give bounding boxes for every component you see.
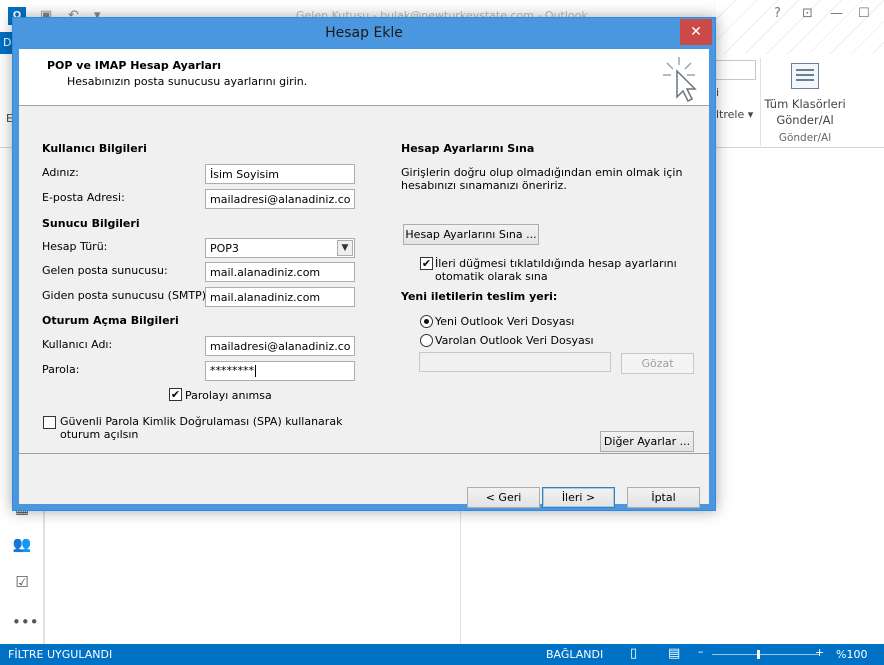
text-caret — [255, 365, 256, 377]
header-title: POP ve IMAP Hesap Ayarları — [47, 59, 222, 72]
name-input[interactable] — [205, 164, 355, 184]
username-label: Kullanıcı Adı: — [42, 338, 113, 351]
zoom-level[interactable]: %100 — [836, 648, 867, 661]
existing-data-file-radio[interactable] — [420, 334, 433, 347]
ribbon-display-icon[interactable]: ⊡ — [802, 6, 813, 21]
next-button[interactable]: İleri > — [542, 487, 615, 508]
new-data-file-radio[interactable] — [420, 315, 433, 328]
add-account-dialog: Hesap Ekle ✕ POP ve IMAP Hesap Ayarları … — [12, 17, 716, 511]
zoom-slider-track[interactable] — [712, 654, 820, 655]
new-data-file-label[interactable]: Yeni Outlook Veri Dosyası — [435, 315, 574, 328]
spa-checkbox[interactable] — [43, 416, 56, 429]
cursor-click-icon — [663, 57, 697, 103]
more-settings-button[interactable]: Diğer Ayarlar ... — [600, 431, 694, 452]
remember-password-checkbox[interactable]: ✔ — [169, 388, 182, 401]
logon-info-section-title: Oturum Açma Bilgileri — [42, 314, 179, 327]
back-button[interactable]: < Geri — [467, 487, 540, 508]
people-icon[interactable]: 👥 — [12, 534, 32, 554]
auto-test-label-line1[interactable]: İleri düğmesi tıklatıldığında hesap ayar… — [435, 257, 677, 270]
status-bar: FİLTRE UYGULANDI BAĞLANDI ▯ ▤ – + %100 — [0, 644, 884, 665]
cancel-button[interactable]: İptal — [627, 487, 700, 508]
connection-status: BAĞLANDI — [546, 648, 604, 661]
help-icon[interactable]: ? — [774, 6, 781, 21]
dialog-header: POP ve IMAP Hesap Ayarları Hesabınızın p… — [19, 49, 709, 106]
header-subtitle: Hesabınızın posta sunucusu ayarlarını gi… — [67, 75, 308, 88]
test-account-settings-button[interactable]: Hesap Ayarlarını Sına ... — [403, 224, 539, 245]
incoming-server-label: Gelen posta sunucusu: — [42, 264, 168, 277]
auto-test-checkbox[interactable]: ✔ — [420, 257, 433, 270]
ribbon-fragment: i — [716, 86, 720, 99]
more-icon[interactable]: ••• — [12, 612, 39, 632]
test-description-line1: Girişlerin doğru olup olmadığından emin … — [401, 166, 683, 179]
zoom-in-icon[interactable]: + — [815, 646, 824, 659]
filter-email-fragment[interactable]: ltrele ▾ — [716, 108, 753, 121]
zoom-out-icon[interactable]: – — [698, 645, 704, 658]
auto-test-label-line2[interactable]: otomatik olarak sına — [435, 270, 548, 283]
reading-view-icon[interactable]: ▤ — [668, 646, 680, 661]
zoom-slider-thumb[interactable] — [757, 650, 760, 659]
username-input[interactable] — [205, 336, 355, 356]
account-type-label: Hesap Türü: — [42, 240, 108, 253]
dialog-body: POP ve IMAP Hesap Ayarları Hesabınızın p… — [19, 49, 709, 508]
spa-label-line2[interactable]: oturum açılsın — [60, 428, 138, 441]
existing-data-file-label[interactable]: Varolan Outlook Veri Dosyası — [435, 334, 594, 347]
normal-view-icon[interactable]: ▯ — [630, 646, 637, 661]
chevron-down-icon[interactable]: ▼ — [337, 240, 353, 256]
delivery-section-title: Yeni iletilerin teslim yeri: — [401, 290, 558, 303]
data-file-path-input[interactable] — [419, 352, 611, 372]
send-receive-group-label: Gönder/Al — [778, 132, 832, 144]
send-receive-all-icon[interactable] — [791, 63, 819, 89]
spa-label-line1[interactable]: Güvenli Parola Kimlik Doğrulaması (SPA) … — [60, 415, 342, 428]
footer-separator — [19, 453, 709, 454]
minimize-icon[interactable]: — — [830, 6, 843, 21]
ribbon-group-separator — [760, 58, 761, 146]
password-value: ******** — [210, 364, 254, 377]
maximize-icon[interactable]: ☐ — [858, 6, 870, 21]
outgoing-server-input[interactable] — [205, 287, 355, 307]
dialog-title: Hesap Ekle — [325, 25, 403, 41]
outgoing-server-label: Giden posta sunucusu (SMTP): — [42, 289, 210, 302]
remember-password-label[interactable]: Parolayı anımsa — [185, 389, 272, 402]
account-type-value: POP3 — [210, 242, 239, 255]
send-receive-all-button[interactable]: Tüm Klasörleri Gönder/Al — [762, 96, 848, 128]
password-label: Parola: — [42, 363, 80, 376]
password-input[interactable]: ******** — [205, 361, 355, 381]
user-info-section-title: Kullanıcı Bilgileri — [42, 142, 147, 155]
close-button[interactable]: ✕ — [680, 19, 712, 45]
test-settings-section-title: Hesap Ayarlarını Sına — [401, 142, 535, 155]
tasks-icon[interactable]: ☑ — [12, 572, 32, 592]
browse-button[interactable]: Gözat — [621, 353, 694, 374]
email-input[interactable] — [205, 189, 355, 209]
test-description-line2: hesabınızı sınamanızı öneririz. — [401, 179, 567, 192]
filter-applied-status: FİLTRE UYGULANDI — [8, 648, 113, 661]
account-type-select[interactable]: POP3 ▼ — [205, 238, 355, 258]
name-label: Adınız: — [42, 166, 79, 179]
email-label: E-posta Adresi: — [42, 191, 125, 204]
incoming-server-input[interactable] — [205, 262, 355, 282]
server-info-section-title: Sunucu Bilgileri — [42, 217, 140, 230]
